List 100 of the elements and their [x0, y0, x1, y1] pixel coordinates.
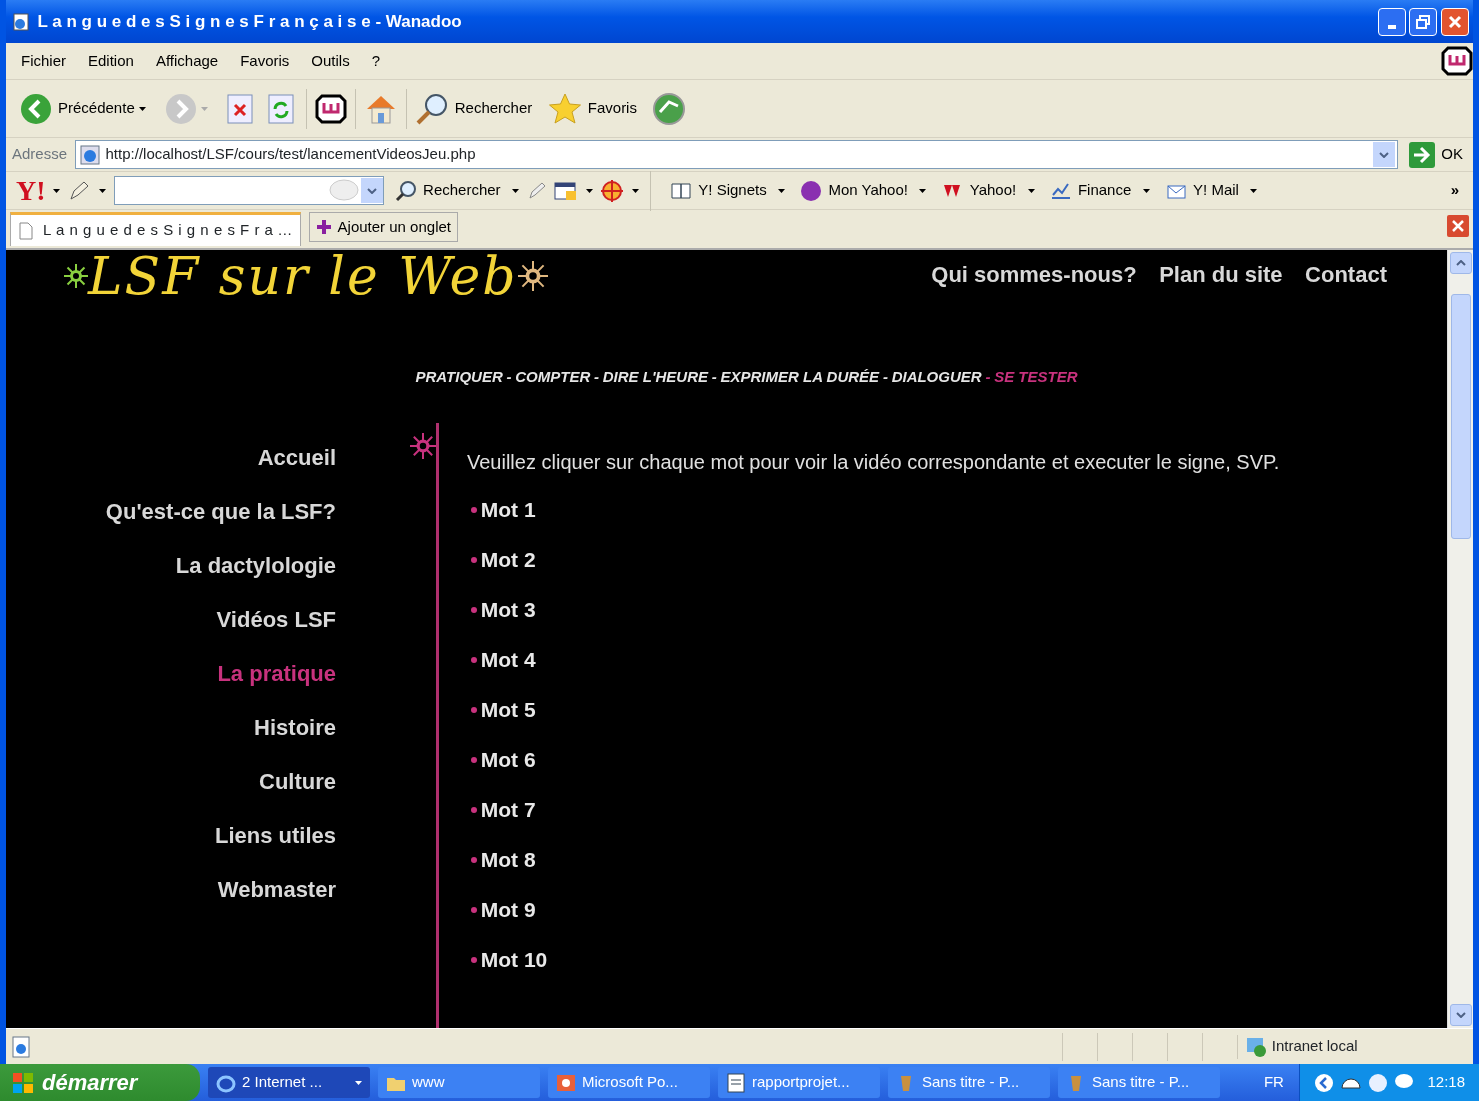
side-nav-link[interactable]: Webmaster [6, 874, 336, 904]
add-tab-button[interactable]: Ajouter un onglet [308, 212, 458, 243]
toolbar-link[interactable]: Y! Signets [666, 177, 771, 204]
toolbar-link[interactable]: Yahoo! [937, 177, 1021, 204]
menu-item[interactable]: Outils [300, 49, 361, 73]
side-nav-link[interactable]: Liens utiles [6, 820, 336, 850]
section-link[interactable]: PRATIQUER [415, 366, 503, 389]
close-tab-button[interactable] [1447, 213, 1469, 237]
toolbar-link[interactable]: Finance [1045, 177, 1136, 204]
separator-dash: - [985, 367, 991, 387]
section-link[interactable]: COMPTER [515, 366, 591, 389]
word-link[interactable]: Mot 4 [480, 646, 536, 673]
caret-icon[interactable] [99, 188, 107, 193]
bullet-icon [471, 506, 477, 513]
chevron-up-icon [1455, 260, 1466, 266]
section-link[interactable]: SE TESTER [994, 366, 1078, 389]
caret-icon[interactable] [1250, 188, 1258, 193]
taskbar-button[interactable]: rapportprojet... [718, 1067, 880, 1098]
separator-dash: - [506, 367, 512, 387]
taskbar-button[interactable]: www [378, 1067, 540, 1098]
menu-item[interactable]: Fichier [10, 49, 77, 73]
word-link[interactable]: Mot 1 [480, 496, 536, 523]
scroll-down-button[interactable] [1449, 1004, 1472, 1026]
w-logo-icon [314, 93, 347, 124]
taskbar-button[interactable]: 2 Internet ... [208, 1067, 370, 1098]
dropdown-button[interactable] [1372, 142, 1395, 167]
toolbar-link[interactable]: Y! Mail [1161, 177, 1243, 204]
top-nav-link[interactable]: Qui sommes-nous? [931, 257, 1137, 291]
chevron-left-icon[interactable] [1313, 1072, 1334, 1093]
side-nav-link[interactable]: Histoire [6, 712, 336, 742]
caret-icon[interactable] [138, 106, 146, 111]
word-link[interactable]: Mot 5 [480, 696, 536, 723]
scrollbar-thumb[interactable] [1450, 294, 1471, 539]
side-nav-link[interactable]: Qu'est-ce que la LSF? [6, 496, 336, 526]
caret-icon [355, 1080, 362, 1085]
separator-dash: - [711, 367, 717, 387]
pen-icon[interactable] [526, 180, 547, 201]
dropdown-button[interactable] [360, 178, 383, 203]
search-button[interactable]: Rechercher [410, 89, 537, 128]
window-icon[interactable] [554, 180, 579, 201]
caret-icon[interactable] [1142, 188, 1150, 193]
more-button[interactable]: » [1446, 177, 1463, 204]
caret-icon[interactable] [919, 188, 927, 193]
scroll-up-button[interactable] [1449, 252, 1472, 274]
menu-item[interactable]: Favoris [229, 49, 301, 73]
section-link[interactable]: EXPRIMER LA DURÉE [720, 366, 880, 389]
address-field[interactable]: http://localhost/LSF/cours/test/lancementVideosJeu.php [74, 140, 1398, 169]
caret-icon[interactable] [631, 188, 639, 193]
section-link[interactable]: DIALOGUER [891, 366, 982, 389]
menu-item[interactable]: Edition [77, 49, 145, 73]
go-button[interactable]: OK [1405, 139, 1467, 170]
back-button[interactable]: Précédente [16, 90, 139, 127]
top-nav-link[interactable]: Contact [1305, 257, 1387, 291]
side-nav-link[interactable]: Vidéos LSF [6, 604, 336, 634]
separator-dash: - [882, 367, 888, 387]
side-nav-link[interactable]: La pratique [6, 658, 336, 688]
search-icon [395, 179, 418, 202]
top-nav-link[interactable]: Plan du site [1159, 257, 1283, 291]
menu-item[interactable]: Affichage [144, 49, 230, 73]
caret-icon [200, 106, 208, 111]
site-logo[interactable]: LSF sur le Web [88, 250, 518, 302]
side-nav-link[interactable]: La dactylologie [6, 550, 336, 580]
start-button[interactable]: démarrer [0, 1064, 200, 1101]
word-link[interactable]: Mot 6 [480, 746, 536, 773]
search-icon [414, 91, 449, 126]
close-button[interactable] [1441, 7, 1469, 36]
word-link[interactable]: Mot 2 [480, 546, 536, 573]
caret-icon[interactable] [53, 188, 61, 193]
section-link[interactable]: DIRE L'HEURE [602, 366, 708, 389]
document-icon [726, 1072, 746, 1093]
target-icon[interactable] [600, 178, 625, 203]
chevron-down-icon [1378, 151, 1389, 158]
side-nav-link[interactable]: Culture [6, 766, 336, 796]
yahoo-search-field[interactable] [113, 176, 384, 205]
minimize-button[interactable] [1377, 7, 1406, 36]
caret-icon[interactable] [585, 188, 593, 193]
word-link[interactable]: Mot 3 [480, 596, 536, 623]
word-link[interactable]: Mot 10 [480, 946, 548, 973]
close-icon [1448, 14, 1462, 29]
yahoo-search-button[interactable]: Rechercher [391, 177, 505, 204]
browser-tab[interactable]: L a n g u e d e s S i g n e s F r a ... [10, 212, 302, 246]
caret-icon[interactable] [512, 188, 520, 193]
word-link[interactable]: Mot 9 [480, 896, 536, 923]
clock: 12:18 [1427, 1072, 1465, 1093]
toolbar-link[interactable]: Mon Yahoo! [796, 177, 912, 204]
yahoo-logo[interactable]: Y! [16, 176, 46, 205]
page-icon [12, 1035, 32, 1058]
word-link[interactable]: Mot 7 [480, 796, 536, 823]
word-link[interactable]: Mot 8 [480, 846, 536, 873]
taskbar-button[interactable]: Sans titre - P... [888, 1067, 1050, 1098]
close-icon [1447, 214, 1469, 237]
taskbar-button[interactable]: Sans titre - P... [1058, 1067, 1220, 1098]
language-indicator[interactable]: FR [1263, 1071, 1284, 1094]
menu-item[interactable]: ? [360, 49, 392, 73]
restore-button[interactable] [1409, 7, 1438, 36]
favorites-button[interactable]: Favoris [543, 89, 641, 128]
side-nav-link[interactable]: Accueil [6, 442, 336, 472]
caret-icon[interactable] [1027, 188, 1035, 193]
caret-icon[interactable] [778, 188, 786, 193]
taskbar-button[interactable]: Microsoft Po... [548, 1067, 710, 1098]
